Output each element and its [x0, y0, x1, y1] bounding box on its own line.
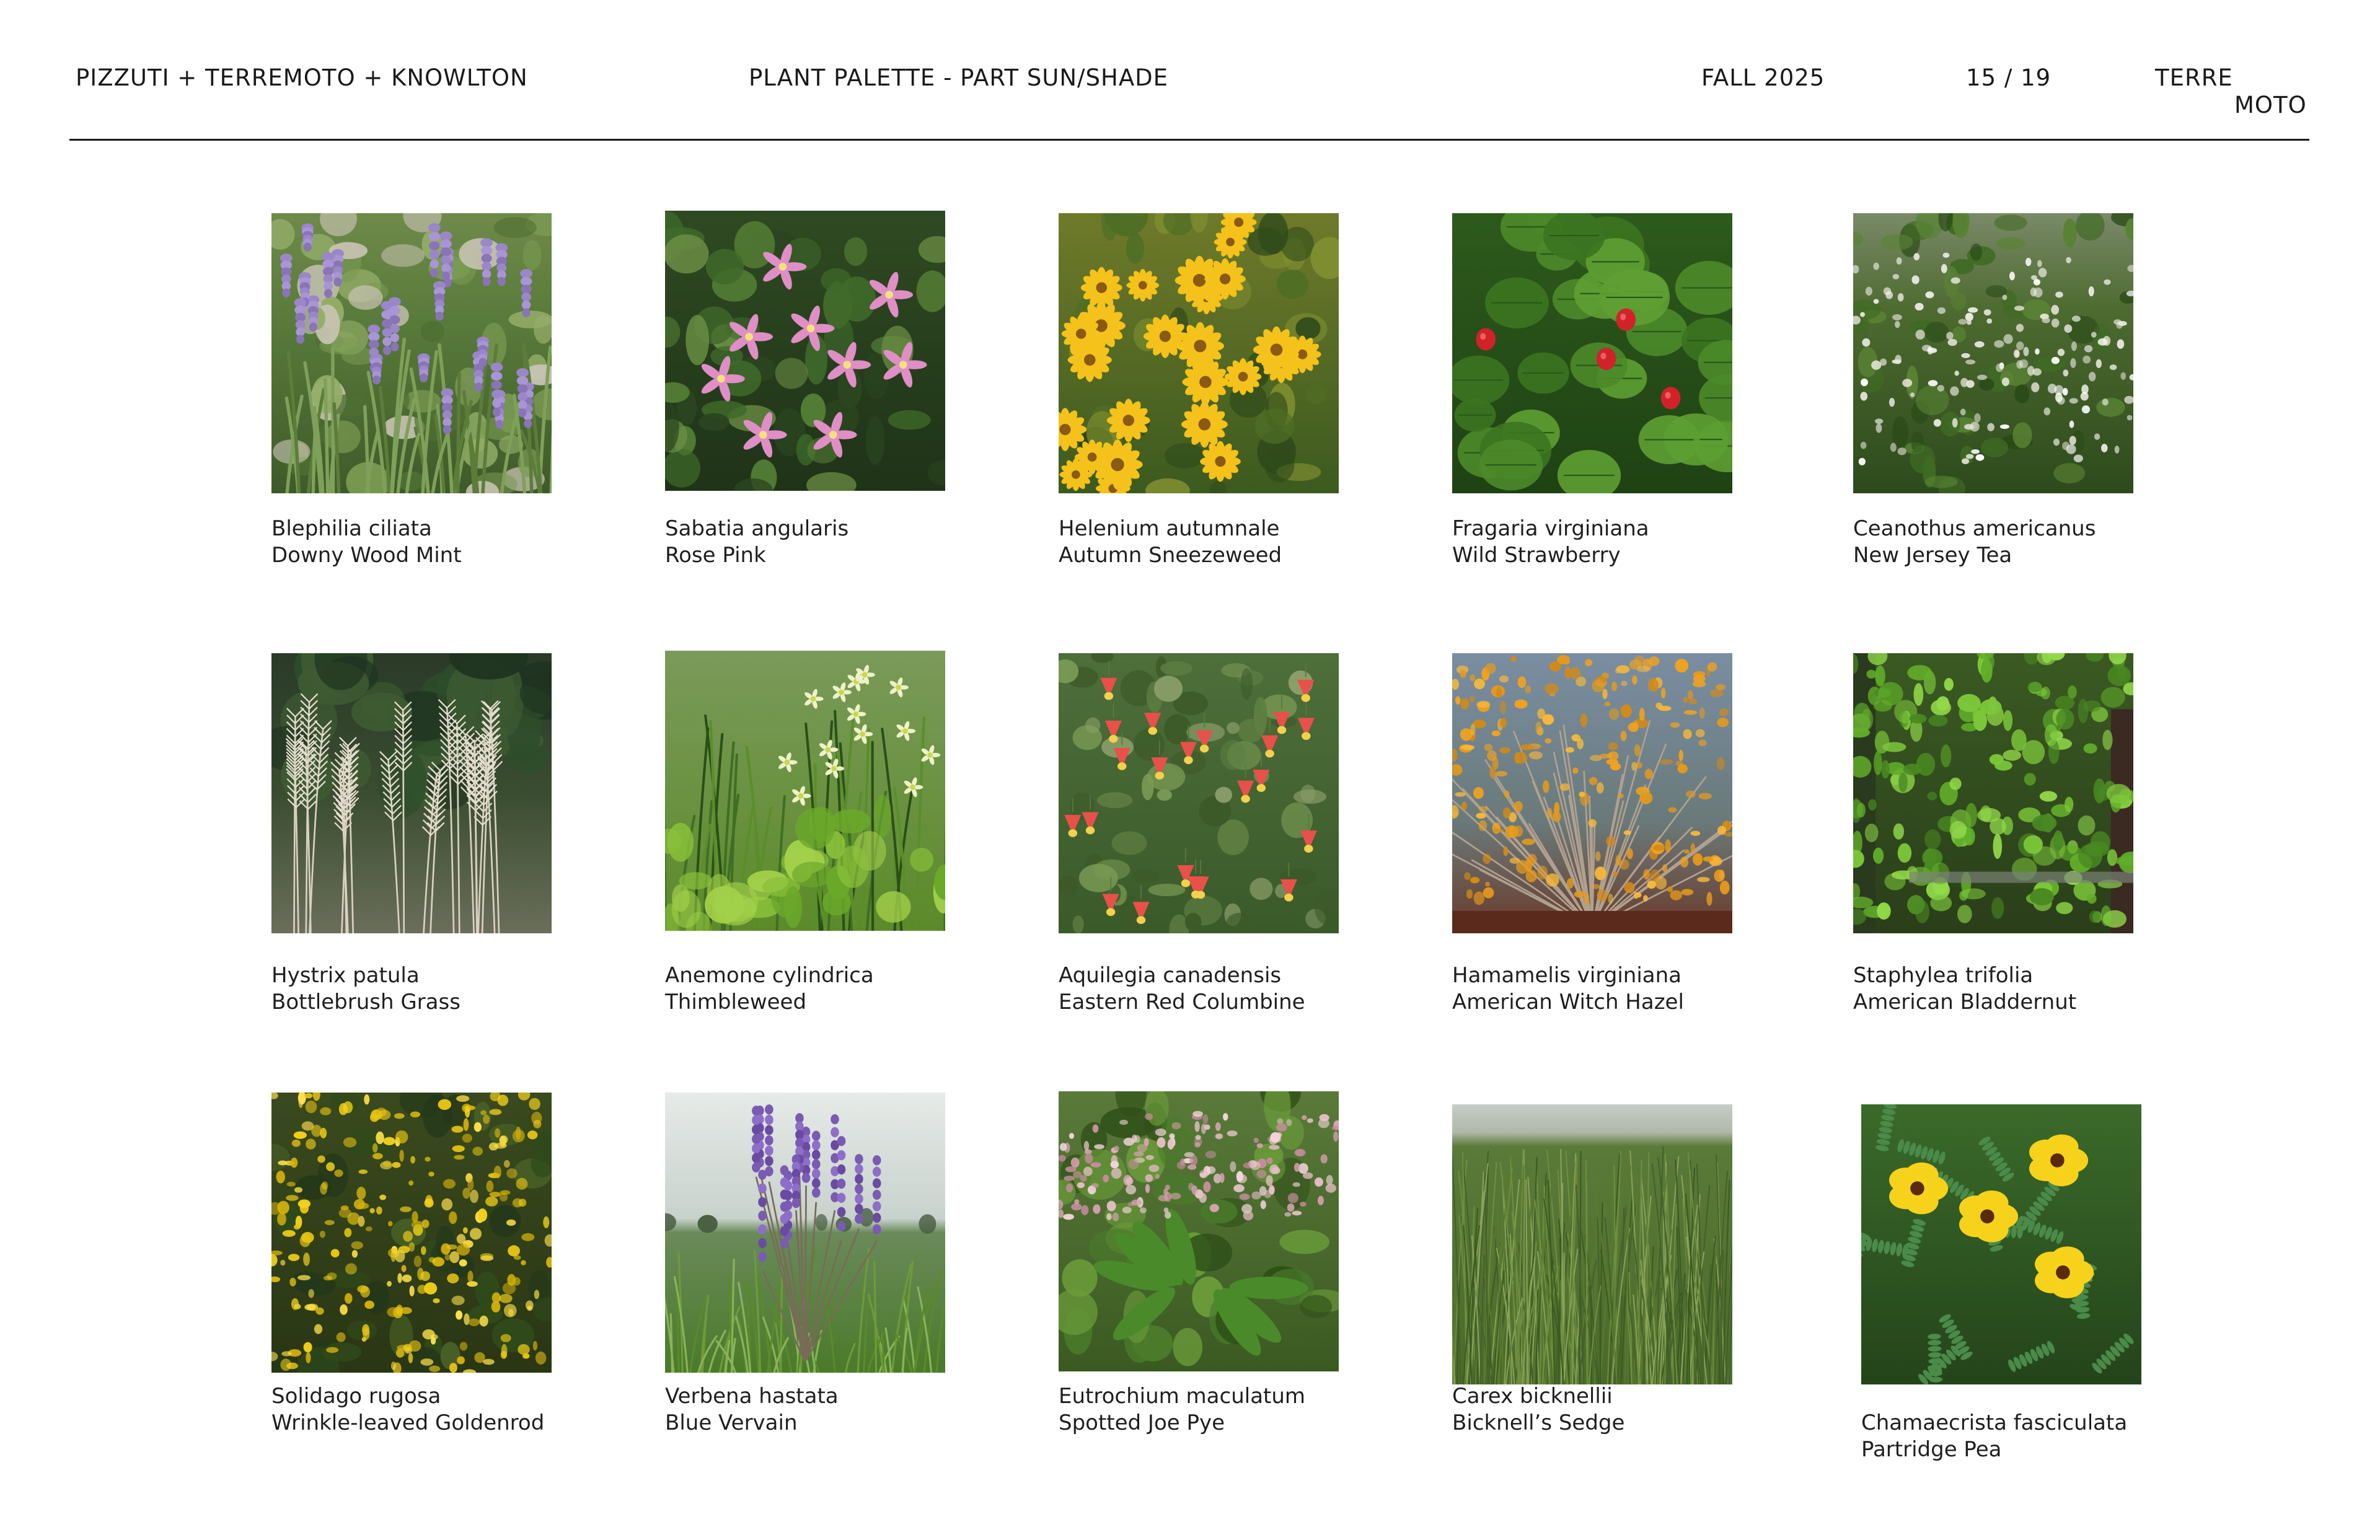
plant-latin-name: Aquilegia canadensis [1059, 963, 1282, 988]
plant-card: Aquilegia canadensis Eastern Red Columbin… [1059, 653, 1339, 1014]
plant-latin-name: Hystrix patula [271, 963, 420, 988]
plant-photo-bottlebrush-grass [271, 653, 552, 933]
plant-caption: Anemone cylindrica Thimbleweed [665, 962, 874, 1016]
plant-caption: Blephilia ciliata Downy Wood Mint [271, 516, 462, 569]
plant-photo-image [1861, 1104, 2141, 1384]
plant-photo-image [665, 651, 945, 931]
plant-latin-name: Chamaecrista fasciculata [1861, 1410, 2128, 1435]
plant-photo-image [271, 213, 552, 493]
plant-photo-image [1452, 1104, 1732, 1384]
plant-caption: Verbena hastata Blue Vervain [665, 1383, 839, 1437]
plant-photo-image [1452, 213, 1732, 493]
plant-latin-name: Eutrochium maculatum [1059, 1384, 1306, 1409]
plant-photo-partridge-pea [1861, 1104, 2141, 1384]
plant-caption: Solidago rugosa Wrinkle-leaved Goldenrod [271, 1383, 544, 1437]
plant-photo-image [271, 653, 552, 933]
plant-caption: Staphylea trifolia American Bladdernut [1853, 962, 2076, 1016]
plant-photo-image [1059, 653, 1339, 933]
plant-common-name: Downy Wood Mint [271, 543, 462, 568]
plant-photo-pink-stars [665, 211, 945, 491]
plant-common-name: Blue Vervain [665, 1410, 798, 1435]
plant-common-name: Autumn Sneezeweed [1059, 543, 1282, 568]
plant-card: Eutrochium maculatum Spotted Joe Pye [1059, 1091, 1339, 1435]
plant-caption: Helenium autumnale Autumn Sneezeweed [1059, 516, 1282, 569]
plant-card: Chamaecrista fasciculata Partridge Pea [1861, 1104, 2141, 1462]
plant-photo-image [1853, 213, 2133, 493]
plant-photo-strawberry [1452, 213, 1732, 493]
plant-latin-name: Blephilia ciliata [271, 516, 432, 541]
plant-common-name: Rose Pink [665, 543, 766, 568]
plant-card: Anemone cylindrica Thimbleweed [665, 651, 945, 1014]
plant-common-name: American Witch Hazel [1452, 990, 1684, 1014]
plant-photo-goldenrod [271, 1093, 552, 1373]
plant-photo-bladdernut [1853, 653, 2133, 933]
plant-latin-name: Helenium autumnale [1059, 516, 1280, 541]
plant-latin-name: Solidago rugosa [271, 1384, 441, 1409]
plant-caption: Sabatia angularis Rose Pink [665, 516, 848, 569]
plant-card: Fragaria virginiana Wild Strawberry [1452, 213, 1732, 568]
plant-latin-name: Fragaria virginiana [1452, 516, 1649, 541]
plant-common-name: Bottlebrush Grass [271, 990, 461, 1014]
plant-photo-image [271, 1093, 552, 1373]
plant-caption: Eutrochium maculatum Spotted Joe Pye [1059, 1383, 1305, 1437]
plant-card: Solidago rugosa Wrinkle-leaved Goldenrod [271, 1093, 552, 1435]
plant-photo-image [1059, 213, 1339, 493]
plant-common-name: Spotted Joe Pye [1059, 1410, 1225, 1435]
plant-common-name: Eastern Red Columbine [1059, 990, 1305, 1014]
plant-photo-image [1452, 653, 1732, 933]
plant-photo-image [1853, 653, 2133, 933]
logo-line-2: MOTO [2234, 92, 2307, 118]
plant-photo-joe-pye [1059, 1091, 1339, 1371]
plant-card: Carex bicknellii Bicknell’s Sedge [1452, 1104, 1732, 1435]
plant-latin-name: Staphylea trifolia [1853, 963, 2034, 988]
plant-caption: Chamaecrista fasciculata Partridge Pea [1861, 1410, 2127, 1463]
plant-latin-name: Carex bicknellii [1452, 1384, 1613, 1409]
logo-line-1: TERRE [2155, 64, 2233, 91]
plant-photo-yellow-daisies [1059, 213, 1339, 493]
page-number: 15 / 19 [1966, 64, 2052, 91]
plant-card: Helenium autumnale Autumn Sneezeweed [1059, 213, 1339, 568]
plant-photo-sedge [1452, 1104, 1732, 1384]
plant-latin-name: Anemone cylindrica [665, 963, 874, 988]
plant-common-name: Bicknell’s Sedge [1452, 1410, 1625, 1435]
plant-photo-thimbleweed [665, 651, 945, 931]
plant-caption: Hystrix patula Bottlebrush Grass [271, 962, 461, 1016]
plant-latin-name: Verbena hastata [665, 1384, 839, 1409]
plant-photo-white-clusters [1853, 213, 2133, 493]
plant-photo-witch-hazel [1452, 653, 1732, 933]
plant-photo-lavender-spikes [271, 213, 552, 493]
company-names: PIZZUTI + TERREMOTO + KNOWLTON [76, 64, 528, 91]
plant-caption: Ceanothus americanus New Jersey Tea [1853, 516, 2096, 569]
plant-card: Sabatia angularis Rose Pink [665, 211, 945, 568]
season-label: FALL 2025 [1701, 64, 1825, 91]
plant-common-name: Partridge Pea [1861, 1437, 2002, 1462]
plant-photo-columbine [1059, 653, 1339, 933]
plant-caption: Hamamelis virginiana American Witch Hazel [1452, 962, 1684, 1016]
plant-caption: Carex bicknellii Bicknell’s Sedge [1452, 1383, 1624, 1437]
plant-common-name: Wild Strawberry [1452, 543, 1621, 568]
page-title: PLANT PALETTE - PART SUN/SHADE [749, 64, 1169, 91]
plant-caption: Fragaria virginiana Wild Strawberry [1452, 516, 1649, 569]
plant-common-name: New Jersey Tea [1853, 543, 2012, 568]
plant-latin-name: Hamamelis virginiana [1452, 963, 1681, 988]
plant-latin-name: Sabatia angularis [665, 516, 849, 541]
plant-common-name: Thimbleweed [665, 990, 807, 1014]
plant-caption: Aquilegia canadensis Eastern Red Columbin… [1059, 962, 1305, 1016]
plant-card: Verbena hastata Blue Vervain [665, 1093, 945, 1435]
plant-card: Staphylea trifolia American Bladdernut [1853, 653, 2133, 1014]
plant-latin-name: Ceanothus americanus [1853, 516, 2096, 541]
plant-photo-vervain [665, 1093, 945, 1373]
plant-common-name: Wrinkle-leaved Goldenrod [271, 1410, 545, 1435]
header-divider [69, 139, 2309, 141]
plant-card: Hamamelis virginiana American Witch Hazel [1452, 653, 1732, 1014]
plant-photo-image [665, 211, 945, 491]
plant-card: Ceanothus americanus New Jersey Tea [1853, 213, 2133, 568]
plant-card: Hystrix patula Bottlebrush Grass [271, 653, 552, 1014]
plant-photo-image [665, 1093, 945, 1373]
plant-photo-image [1059, 1091, 1339, 1371]
plant-card: Blephilia ciliata Downy Wood Mint [271, 213, 552, 568]
plant-common-name: American Bladdernut [1853, 990, 2077, 1014]
